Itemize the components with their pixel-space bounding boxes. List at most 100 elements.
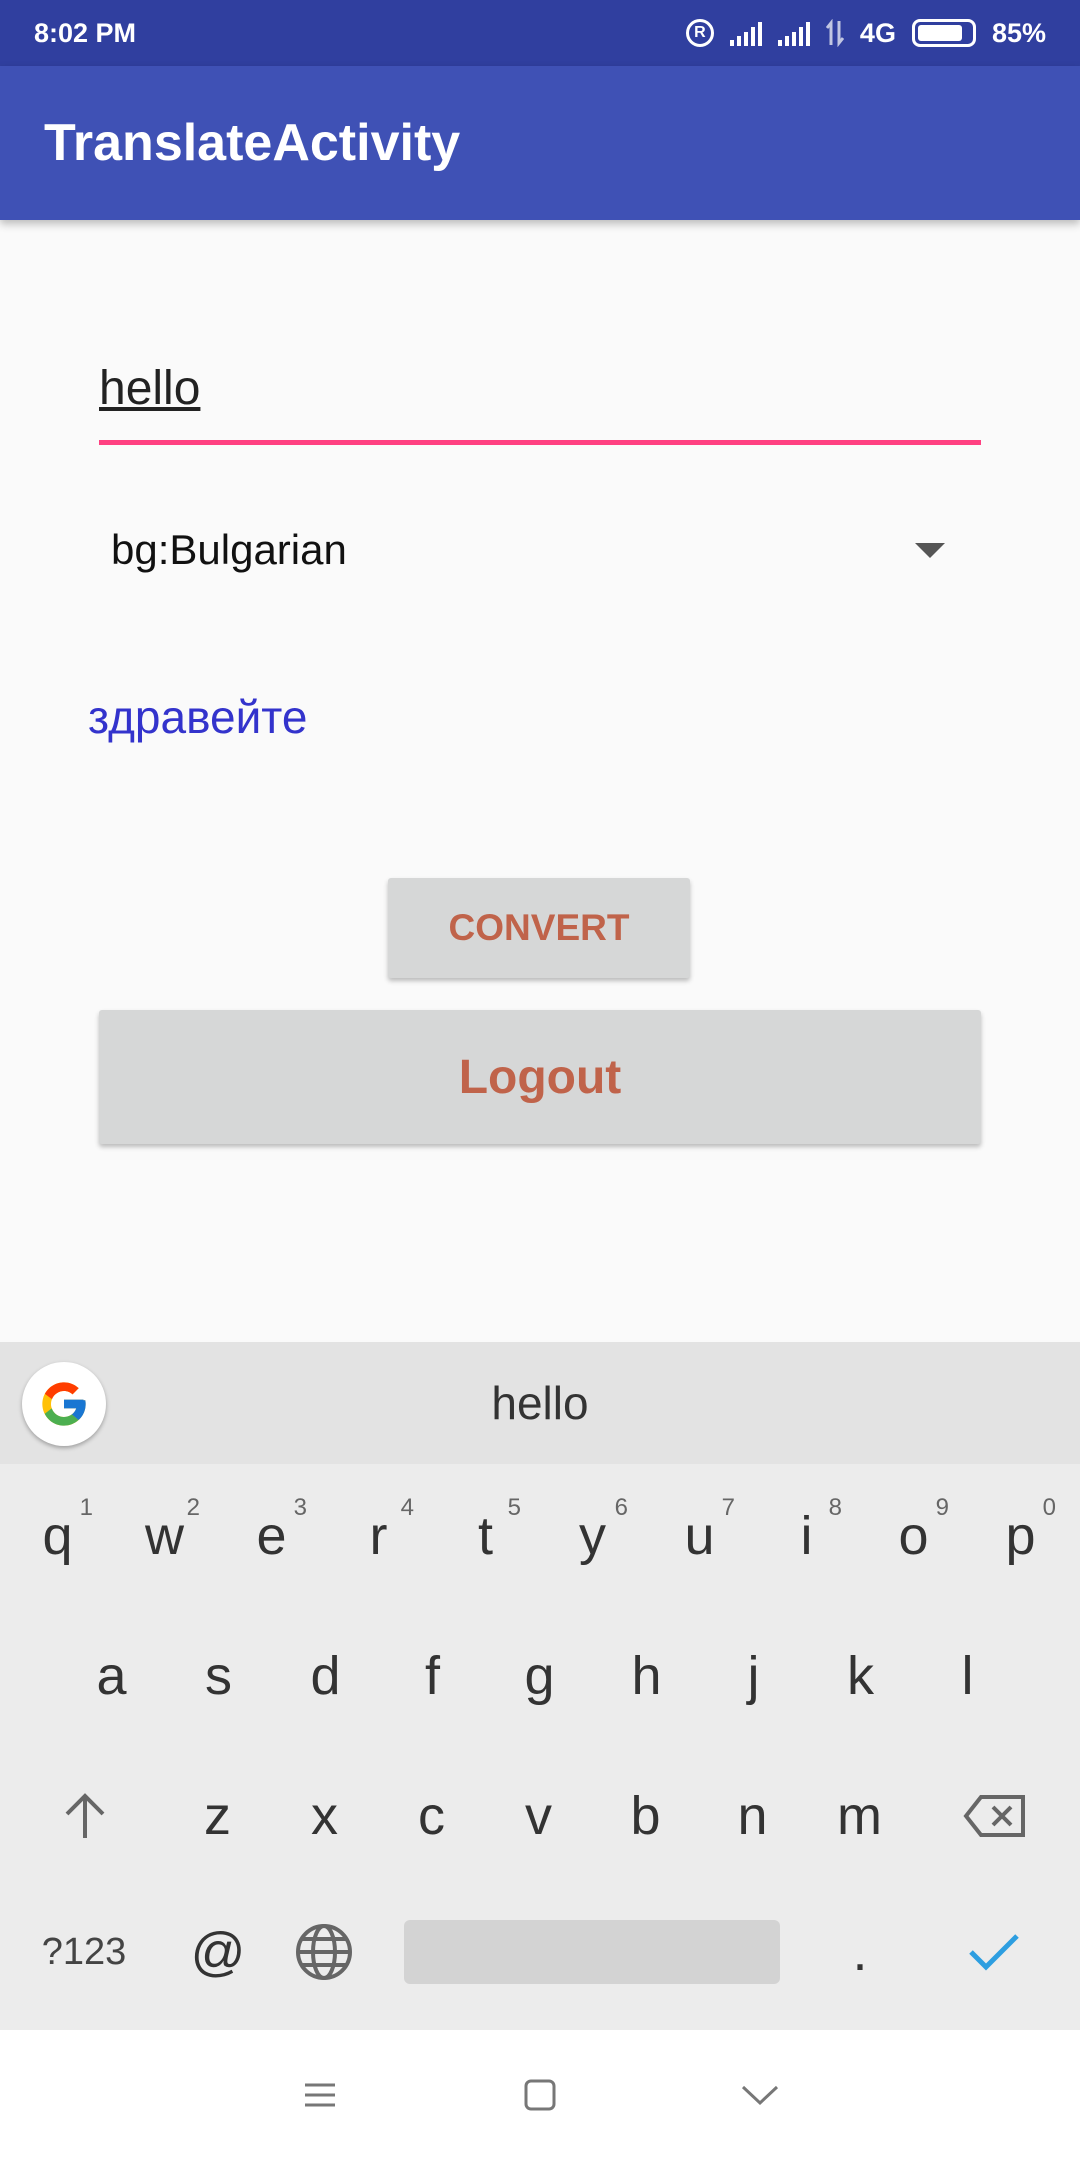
space-key[interactable] [404,1920,780,1984]
key-hint: 2 [186,1494,200,1521]
backspace-key[interactable] [940,1756,1050,1876]
shift-key[interactable] [30,1756,140,1876]
data-arrows-icon [825,19,844,47]
key-k[interactable]: k [807,1616,914,1736]
backspace-icon [963,1795,1025,1837]
status-bar: 8:02 PM R 4G 85% [0,0,1080,66]
key-f[interactable]: f [379,1616,486,1736]
key-label: v [525,1786,552,1846]
key-i[interactable]: i8 [753,1476,860,1596]
key-l[interactable]: l [914,1616,1021,1736]
key-s[interactable]: s [165,1616,272,1736]
key-label: @ [190,1922,246,1982]
key-label: q [42,1506,73,1566]
dropdown-arrow-icon [915,542,945,558]
key-label: d [310,1646,341,1706]
network-type: 4G [859,17,896,48]
key-hint: 4 [400,1494,414,1521]
key-r[interactable]: r4 [325,1476,432,1596]
key-w[interactable]: w2 [111,1476,218,1596]
key-m[interactable]: m [806,1756,913,1876]
key-j[interactable]: j [700,1616,807,1736]
navigation-bar [0,2030,1080,2160]
key-label: o [898,1506,929,1566]
key-label: z [204,1786,231,1846]
period-key[interactable]: . [810,1892,910,2012]
key-label: m [837,1786,882,1846]
key-d[interactable]: d [272,1616,379,1736]
status-time: 8:02 PM [34,17,137,48]
key-label: e [256,1506,287,1566]
battery-percent: 85% [991,17,1046,48]
key-o[interactable]: o9 [860,1476,967,1596]
key-q[interactable]: q1 [4,1476,111,1596]
battery-icon [911,19,976,47]
key-label: w [145,1506,184,1566]
globe-icon [296,1924,352,1980]
key-p[interactable]: p0 [967,1476,1074,1596]
key-label: . [852,1922,868,1982]
key-hint: 1 [79,1494,93,1521]
checkmark-icon [969,1934,1019,1971]
key-hint: 9 [935,1494,949,1521]
key-a[interactable]: a [58,1616,165,1736]
key-h[interactable]: h [593,1616,700,1736]
key-hint: 7 [721,1494,735,1521]
key-label: g [524,1646,555,1706]
key-hint: 3 [293,1494,307,1521]
at-key[interactable]: @ [168,1892,268,2012]
key-x[interactable]: x [271,1756,378,1876]
app-bar: TranslateActivity [0,66,1080,220]
key-y[interactable]: y6 [539,1476,646,1596]
language-spinner[interactable]: bg:Bulgarian [99,510,981,590]
key-label: f [424,1646,440,1706]
shift-icon [65,1793,105,1838]
key-z[interactable]: z [164,1756,271,1876]
key-hint: 5 [507,1494,521,1521]
home-square-icon[interactable] [510,2065,570,2125]
suggestion-word[interactable]: hello [0,1342,1080,1464]
key-hint: 6 [614,1494,628,1521]
translation-result: здравейте [88,691,308,743]
key-label: h [631,1646,662,1706]
key-label: r [369,1506,388,1566]
key-c[interactable]: c [378,1756,485,1876]
key-label: i [800,1506,813,1566]
status-icons: R 4G 85% [685,17,1046,49]
symbols-key[interactable]: ?123 [24,1892,144,2012]
back-chevron-icon[interactable] [730,2065,790,2125]
key-e[interactable]: e3 [218,1476,325,1596]
key-u[interactable]: u7 [646,1476,753,1596]
key-label: a [96,1646,127,1706]
page-title: TranslateActivity [44,114,461,172]
signal-icon [729,20,762,46]
key-b[interactable]: b [592,1756,699,1876]
registered-icon: R [685,19,714,47]
key-hint: 0 [1042,1494,1056,1521]
key-label: b [630,1786,661,1846]
signal-icon [777,20,810,46]
logout-button[interactable]: Logout [99,1010,981,1144]
key-v[interactable]: v [485,1756,592,1876]
google-icon[interactable] [22,1362,106,1446]
word-input[interactable] [99,345,981,445]
language-selected: bg:Bulgarian [111,526,347,573]
key-label: ?123 [41,1930,127,1973]
key-label: j [747,1646,760,1706]
done-key[interactable] [944,1892,1044,2012]
menu-icon[interactable] [290,2065,350,2125]
key-label: s [205,1646,232,1706]
key-g[interactable]: g [486,1616,593,1736]
suggestion-bar: hello [0,1342,1080,1464]
key-hint: 8 [828,1494,842,1521]
key-label: c [418,1786,445,1846]
convert-button[interactable]: CONVERT [388,878,690,978]
key-t[interactable]: t5 [432,1476,539,1596]
key-label: u [684,1506,715,1566]
key-label: y [579,1506,606,1566]
key-n[interactable]: n [699,1756,806,1876]
key-label: k [847,1646,874,1706]
key-label: n [737,1786,768,1846]
key-label: l [961,1646,974,1706]
globe-key[interactable] [274,1892,374,2012]
